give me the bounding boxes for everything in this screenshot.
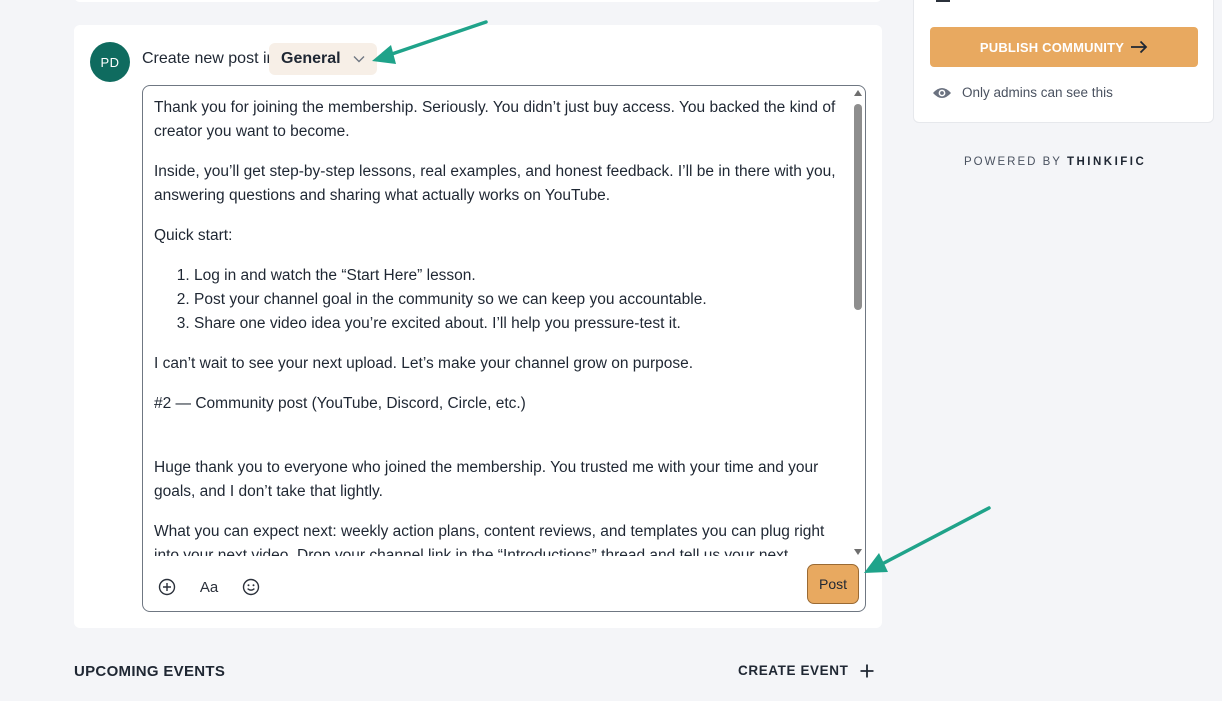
emoji-button[interactable] bbox=[239, 575, 263, 599]
admin-note-text: Only admins can see this bbox=[962, 85, 1113, 100]
list-item: Log in and watch the “Start Here” lesson… bbox=[194, 264, 846, 288]
post-editor[interactable]: Thank you for joining the membership. Se… bbox=[142, 85, 866, 612]
arrow-right-icon bbox=[1131, 40, 1148, 54]
space-select-value: General bbox=[281, 50, 341, 67]
create-event-button[interactable]: CREATE EVENT bbox=[738, 663, 874, 678]
plus-icon bbox=[860, 664, 874, 677]
space-select-dropdown[interactable]: General bbox=[269, 43, 377, 75]
checkbox-icon[interactable] bbox=[936, 0, 950, 2]
publish-community-button[interactable]: PUBLISH COMMUNITY bbox=[930, 27, 1198, 67]
previous-card-edge bbox=[74, 0, 882, 2]
publish-community-label: PUBLISH COMMUNITY bbox=[979, 39, 1125, 55]
powered-by-prefix: POWERED BY bbox=[964, 156, 1067, 168]
scrollbar-thumb[interactable] bbox=[854, 104, 862, 310]
powered-by-thinkific[interactable]: POWERED BY THINKIFIC bbox=[964, 156, 1146, 168]
text-format-button[interactable]: Aa bbox=[197, 575, 221, 599]
admin-visibility-note: Only admins can see this bbox=[932, 85, 1113, 100]
smiley-icon bbox=[242, 578, 260, 596]
post-editor-content[interactable]: Thank you for joining the membership. Se… bbox=[154, 96, 846, 556]
post-composer-card: PD Create new post in General Thank you … bbox=[74, 25, 882, 628]
brand-name: THINKIFIC bbox=[1066, 156, 1147, 168]
chevron-down-icon bbox=[353, 56, 365, 63]
editor-scrollbar[interactable] bbox=[853, 90, 863, 555]
create-event-label: CREATE EVENT bbox=[738, 663, 849, 678]
editor-paragraph: Huge thank you to everyone who joined th… bbox=[154, 459, 819, 500]
eye-icon bbox=[933, 87, 951, 98]
editor-paragraph: I can’t wait to see your next upload. Le… bbox=[154, 355, 694, 372]
post-button[interactable]: Post bbox=[807, 564, 859, 604]
list-item: Post your channel goal in the community … bbox=[194, 288, 846, 312]
editor-paragraph: Thank you for joining the membership. Se… bbox=[154, 99, 836, 140]
editor-numbered-list: Log in and watch the “Start Here” lesson… bbox=[194, 264, 846, 336]
create-post-label: Create new post in bbox=[142, 50, 276, 67]
scroll-up-arrow-icon[interactable] bbox=[854, 90, 862, 96]
scroll-down-arrow-icon[interactable] bbox=[854, 549, 862, 555]
publish-community-card: PUBLISH COMMUNITY Only admins can see th… bbox=[913, 0, 1214, 123]
editor-paragraph: What you can expect next: weekly action … bbox=[154, 523, 825, 556]
add-attachment-button[interactable] bbox=[155, 575, 179, 599]
plus-circle-icon bbox=[158, 578, 176, 596]
upcoming-events-heading: UPCOMING EVENTS bbox=[74, 663, 226, 680]
list-item: Share one video idea you’re excited abou… bbox=[194, 312, 846, 336]
avatar-initials: PD bbox=[100, 54, 120, 70]
editor-paragraph: Quick start: bbox=[154, 227, 233, 244]
editor-paragraph: Inside, you’ll get step-by-step lessons,… bbox=[154, 163, 836, 204]
editor-empty-line bbox=[154, 432, 846, 456]
text-format-icon: Aa bbox=[199, 578, 219, 596]
user-avatar[interactable]: PD bbox=[90, 42, 130, 82]
editor-paragraph: #2 — Community post (YouTube, Discord, C… bbox=[154, 395, 526, 412]
